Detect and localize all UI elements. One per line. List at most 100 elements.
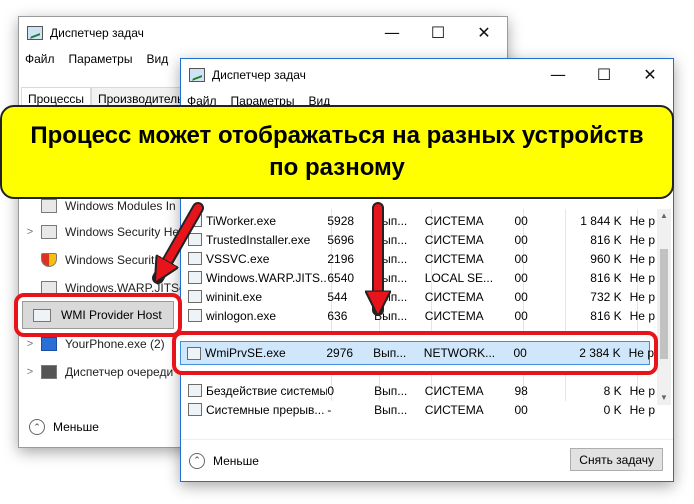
cell-name: wininit.exe [206, 289, 263, 304]
cell-memory: 732 K [590, 289, 622, 304]
highlighted-row-frame: WmiPrvSE.exe 2976 Вып... NETWORK... 00 2… [172, 331, 658, 375]
process-name: Windows Security He [65, 225, 180, 239]
expand-chevron-icon[interactable]: > [19, 366, 41, 378]
cell-user: СИСТЕМА [424, 402, 484, 417]
menu-options[interactable]: Параметры [69, 52, 133, 66]
process-row-selected[interactable]: WMI Provider Host [22, 301, 174, 329]
cell-user: СИСТЕМА [424, 308, 484, 323]
cell-user: СИСТЕМА [424, 383, 484, 398]
table-row[interactable]: Windows.WARP.JITS... 6540 Вып... LOCAL S… [185, 268, 655, 287]
shield-icon [41, 253, 57, 267]
cell-uac: Не р [628, 346, 654, 360]
cell-name: TrustedInstaller.exe [206, 232, 311, 247]
cell-cpu: 98 [514, 383, 528, 398]
phone-icon [41, 337, 57, 351]
scroll-thumb[interactable] [660, 249, 668, 359]
cell-pid: 636 [327, 308, 348, 323]
process-icon [188, 384, 202, 397]
window-title: Диспетчер задач [212, 67, 306, 82]
cell-cpu: 00 [514, 232, 528, 247]
cell-uac: Не р [629, 402, 655, 417]
end-task-button[interactable]: Снять задачу [570, 448, 663, 471]
process-name: WMI Provider Host [61, 308, 162, 322]
cell-pid: 0 [327, 383, 335, 398]
maximize-button[interactable]: ☐ [581, 59, 627, 90]
cell-pid: - [327, 402, 332, 417]
cell-uac: Не р [629, 232, 655, 247]
process-row[interactable]: > Диспетчер очереди [19, 359, 173, 385]
title-bar: Диспетчер задач — ☐ ✕ [181, 59, 673, 90]
cell-status: Вып... [374, 402, 408, 417]
table-row[interactable]: TiWorker.exe 5928 Вып... СИСТЕМА 00 1 84… [185, 211, 655, 230]
cell-status: Вып... [374, 213, 408, 228]
cell-user: СИСТЕМА [424, 213, 484, 228]
cell-cpu: 00 [514, 289, 528, 304]
task-manager-icon [27, 25, 43, 40]
process-icon [188, 309, 202, 322]
process-icon [187, 346, 201, 360]
cell-memory: 2 384 K [579, 346, 621, 360]
expand-chevron-icon[interactable]: > [19, 338, 41, 350]
process-icon [188, 214, 202, 227]
close-button[interactable]: ✕ [461, 17, 507, 48]
cell-name: WmiPrvSE.exe [205, 346, 286, 360]
cell-user: NETWORK... [423, 346, 496, 360]
process-name: Windows Securit [65, 253, 155, 267]
cell-uac: Не р [629, 289, 655, 304]
maximize-button[interactable]: ☐ [415, 17, 461, 48]
cell-status: Вып... [374, 270, 408, 285]
cell-name: TiWorker.exe [206, 213, 277, 228]
scroll-up-icon[interactable]: ▲ [657, 209, 671, 223]
expand-chevron-icon[interactable]: > [19, 226, 41, 238]
scroll-down-icon[interactable]: ▼ [657, 391, 671, 405]
table-row[interactable]: VSSVC.exe 2196 Вып... СИСТЕМА 00 960 K Н… [185, 249, 655, 268]
cell-memory: 8 K [603, 383, 622, 398]
cell-uac: Не р [629, 251, 655, 266]
minimize-button[interactable]: — [369, 17, 415, 48]
cell-pid: 6540 [327, 270, 355, 285]
title-bar: Диспетчер задач — ☐ ✕ [19, 17, 507, 48]
table-row[interactable]: TrustedInstaller.exe 5696 Вып... СИСТЕМА… [185, 230, 655, 249]
process-icon [188, 290, 202, 303]
cell-user: СИСТЕМА [424, 232, 484, 247]
cell-cpu: 00 [514, 213, 528, 228]
cell-cpu: 00 [514, 251, 528, 266]
cell-status: Вып... [374, 232, 408, 247]
table-row-selected[interactable]: WmiPrvSE.exe 2976 Вып... NETWORK... 00 2… [184, 344, 654, 362]
table-row[interactable]: winlogon.exe 636 Вып... СИСТЕМА 00 816 K… [185, 306, 655, 325]
vertical-scrollbar[interactable]: ▲ ▼ [657, 209, 671, 405]
close-button[interactable]: ✕ [627, 59, 673, 90]
process-row[interactable]: > Windows Security He [19, 219, 179, 245]
process-icon [188, 271, 202, 284]
cell-pid: 544 [327, 289, 348, 304]
process-name: Диспетчер очереди [65, 365, 174, 379]
process-row[interactable]: Windows Securit [19, 247, 154, 273]
collapse-up-icon[interactable]: ⌃ [189, 452, 205, 469]
minimize-button[interactable]: — [535, 59, 581, 90]
cell-uac: Не р [629, 308, 655, 323]
cell-memory: 816 K [590, 308, 622, 323]
cell-name: Windows.WARP.JITS... [206, 270, 328, 285]
collapse-up-icon[interactable]: ⌃ [29, 419, 45, 435]
window-icon [41, 225, 57, 239]
menu-view[interactable]: Вид [146, 52, 168, 66]
cell-cpu: 00 [514, 270, 528, 285]
menu-file[interactable]: Файл [25, 52, 55, 66]
fewer-details-link[interactable]: Меньше [213, 454, 259, 468]
cell-user: СИСТЕМА [424, 251, 484, 266]
printer-icon [41, 365, 57, 379]
process-name: YourPhone.exe (2) [65, 337, 165, 351]
cell-memory: 816 K [590, 270, 622, 285]
table-row[interactable]: Бездействие системы 0 Вып... СИСТЕМА 98 … [185, 381, 655, 400]
table-row[interactable]: wininit.exe 544 Вып... СИСТЕМА 00 732 K … [185, 287, 655, 306]
cell-name: VSSVC.exe [206, 251, 270, 266]
banner-text-line-2: по разному [269, 154, 405, 181]
fewer-details-link[interactable]: Меньше [53, 420, 99, 434]
process-icon [188, 252, 202, 265]
table-row[interactable]: Системные прерыв... - Вып... СИСТЕМА 00 … [185, 400, 655, 419]
cell-memory: 816 K [590, 232, 622, 247]
cell-user: СИСТЕМА [424, 289, 484, 304]
cell-name: Системные прерыв... [206, 402, 325, 417]
window-icon [41, 199, 57, 213]
cell-status: Вып... [374, 308, 408, 323]
